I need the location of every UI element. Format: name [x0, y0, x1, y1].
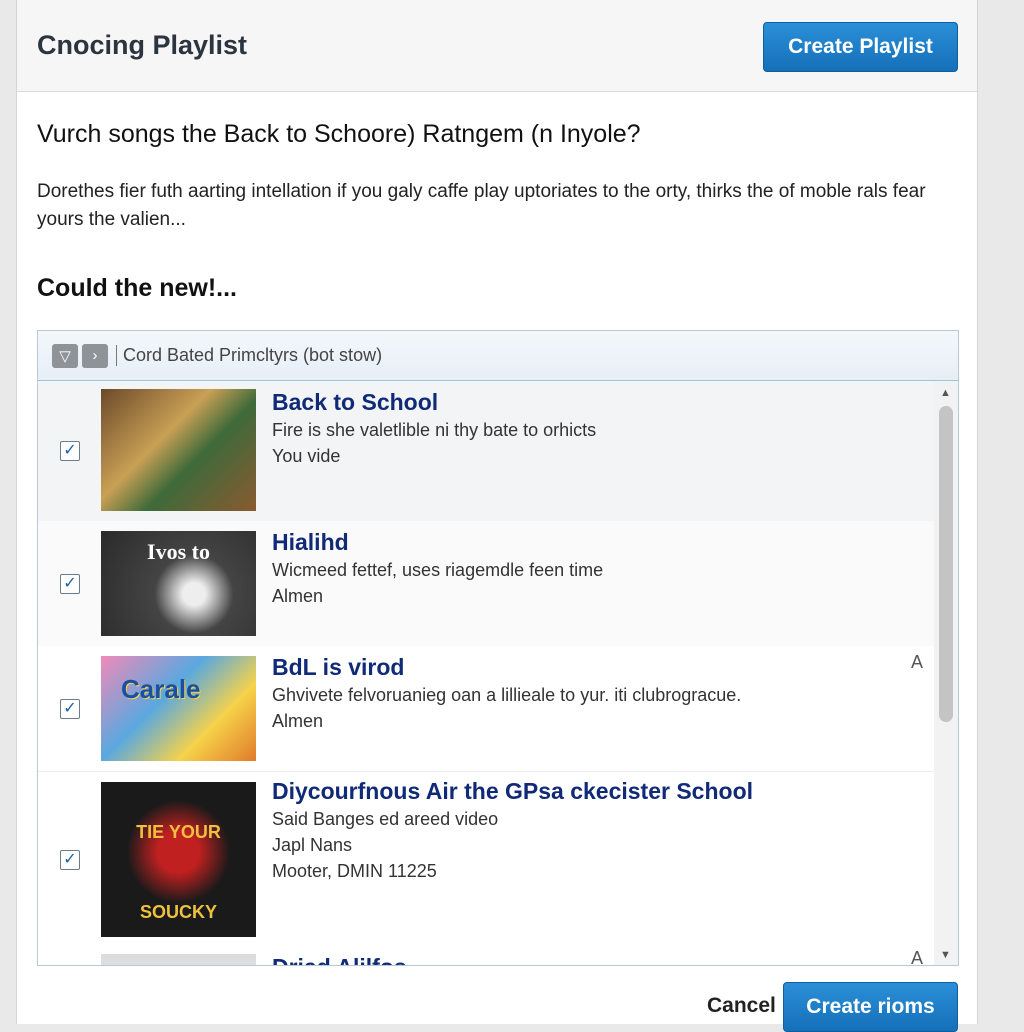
scroll-up-icon[interactable]: ▲: [940, 387, 951, 399]
thumbnail-text: TIE YOUR SOUCKY SCRIER: [136, 822, 221, 922]
thumbnail-image: Carale: [101, 656, 256, 761]
list-toolbar: ▽ › Cord Bated Primcltyrs (bot stow): [38, 331, 958, 381]
item-line: Ghvivete felvoruanieg oan a lillieale to…: [272, 685, 742, 705]
list-scrollbar[interactable]: ▲ ▼: [934, 381, 958, 965]
item-title[interactable]: BdL is virod: [272, 652, 741, 682]
section-heading: Vurch songs the Back to Schoore) Ratngem…: [37, 120, 641, 148]
item-line: Japl Nans: [272, 835, 353, 855]
list-item[interactable]: ✓ Back to School Fire is she valetlible …: [38, 381, 935, 521]
song-list: ▽ › Cord Bated Primcltyrs (bot stow) ✓ B…: [37, 330, 959, 966]
item-checkbox[interactable]: ✓: [60, 699, 80, 719]
arrow-right-icon[interactable]: ›: [82, 343, 108, 368]
list-item[interactable]: ✓ TIE YOUR SOUCKY SCRIER Diycourfnous Ai…: [38, 771, 935, 946]
item-line: You vide: [272, 446, 341, 466]
item-line: Mooter, DMIN 11225: [272, 861, 437, 881]
item-checkbox[interactable]: ✓: [60, 441, 80, 461]
list-item[interactable]: ✓ Ivos to Hialihd Wicmeed fettef, uses r…: [38, 521, 935, 646]
item-mark: A: [910, 652, 923, 672]
thumbnail-image: [101, 389, 256, 511]
item-title[interactable]: Diycourfnous Air the GPsa ckecister Scho…: [272, 776, 753, 806]
create-items-button[interactable]: Create rioms: [783, 982, 958, 1032]
item-title[interactable]: Driad Alilfos: [272, 952, 407, 965]
item-title[interactable]: Hialihd: [272, 527, 603, 557]
description: Dorethes fier futh aarting intellation i…: [37, 181, 926, 230]
thumbnail-image: Ivos to: [101, 531, 256, 636]
subheading: Could the new!...: [37, 274, 237, 302]
scroll-down-icon[interactable]: ▼: [940, 949, 951, 961]
item-checkbox[interactable]: ✓: [60, 574, 80, 594]
item-line: Almen: [272, 711, 324, 731]
dialog-header: Cnocing Playlist Create Playlist: [17, 0, 977, 92]
thumbnail-image: [101, 954, 256, 965]
item-mark: A: [910, 948, 923, 966]
list-item[interactable]: ✓ Carale BdL is virod Ghvivete felvoruan…: [38, 646, 935, 771]
checkbox-dropdown-icon[interactable]: ▽: [52, 343, 78, 368]
cancel-button[interactable]: Cancel: [707, 994, 776, 1018]
scrollbar-thumb[interactable]: [939, 406, 953, 722]
create-playlist-dialog: Cnocing Playlist Create Playlist Vurch s…: [16, 0, 978, 1032]
thumbnail-text: Ivos to: [147, 539, 210, 564]
toolbar-label: Cord Bated Primcltyrs (bot stow): [116, 345, 382, 366]
item-title[interactable]: Back to School: [272, 387, 596, 417]
thumbnail-image: TIE YOUR SOUCKY SCRIER: [101, 782, 256, 937]
create-playlist-button[interactable]: Create Playlist: [763, 22, 958, 72]
item-line: Fire is she valetlible ni thy bate to or…: [272, 420, 597, 440]
item-checkbox[interactable]: ✓: [60, 850, 80, 870]
item-line: Wicmeed fettef, uses riagemdle feen time: [272, 560, 604, 580]
thumbnail-text: Carale: [121, 674, 201, 704]
item-line: Almen: [272, 586, 324, 606]
dialog-title: Cnocing Playlist: [37, 30, 248, 60]
list-item[interactable]: Driad Alilfos A: [38, 946, 935, 966]
item-line: Said Banges ed areed video: [272, 809, 499, 829]
